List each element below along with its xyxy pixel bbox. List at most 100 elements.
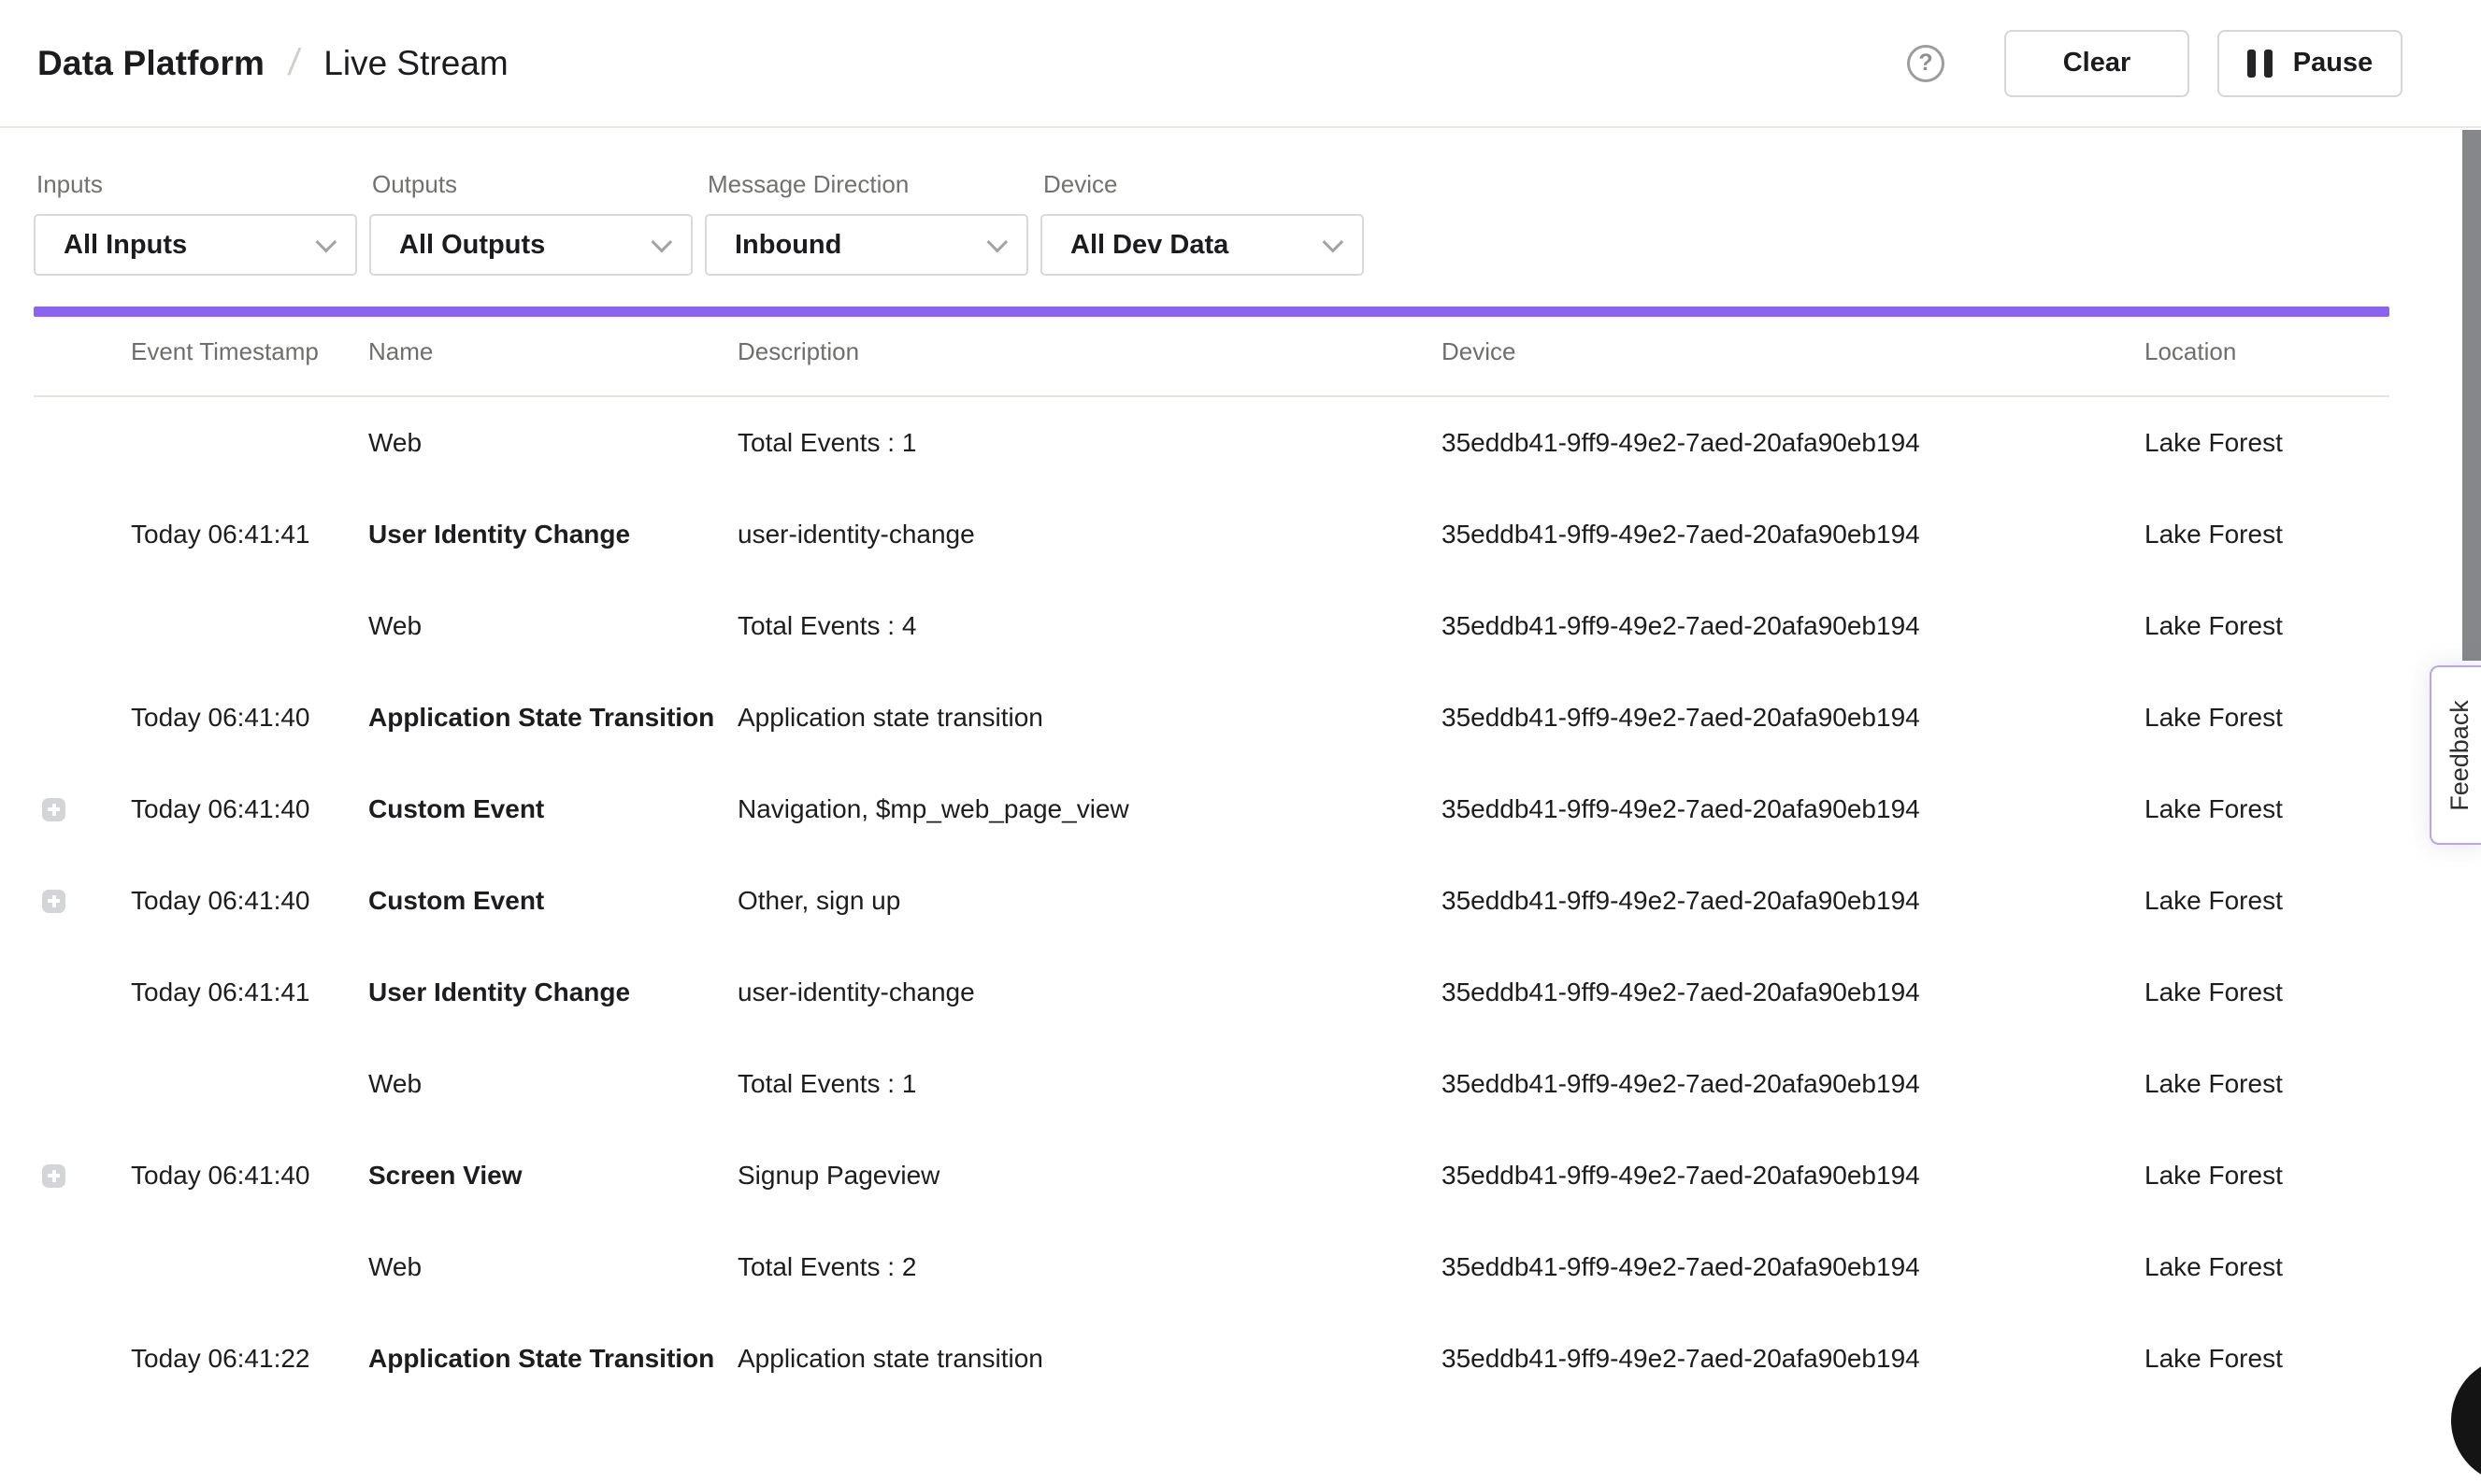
- cell-location: Lake Forest: [2144, 580, 2388, 672]
- filter-inputs-label: Inputs: [34, 170, 357, 199]
- inputs-dropdown-value: All Inputs: [64, 230, 187, 261]
- cell-description: Navigation, $mp_web_page_view: [738, 763, 1437, 855]
- pause-icon: [2247, 50, 2273, 78]
- app-header: Data Platform / Live Stream ? Clear Paus…: [0, 0, 2481, 128]
- cell-device: 35eddb41-9ff9-49e2-7aed-20afa90eb194: [1441, 1038, 2141, 1130]
- chevron-down-icon: [652, 232, 673, 253]
- cell-name: User Identity Change: [368, 947, 733, 1038]
- expand-plus-icon[interactable]: [42, 798, 65, 821]
- device-dropdown-value: All Dev Data: [1070, 230, 1228, 261]
- table-row[interactable]: Today 06:41:40 Custom Event Navigation, …: [34, 763, 2389, 855]
- message-direction-dropdown[interactable]: Inbound: [705, 214, 1028, 276]
- filter-device-label: Device: [1040, 170, 1364, 199]
- table-row[interactable]: Today 06:41:22 Application State Transit…: [34, 1313, 2389, 1405]
- column-header-device: Device: [1441, 317, 2141, 395]
- cell-location: Lake Forest: [2144, 1221, 2388, 1313]
- column-header-description: Description: [738, 317, 1437, 395]
- live-stream-progress-bar: [34, 307, 2389, 317]
- expand-plus-icon[interactable]: [42, 890, 65, 913]
- breadcrumb-separator: /: [286, 42, 302, 84]
- cell-device: 35eddb41-9ff9-49e2-7aed-20afa90eb194: [1441, 1221, 2141, 1313]
- cell-location: Lake Forest: [2144, 947, 2388, 1038]
- cell-description: user-identity-change: [738, 489, 1437, 580]
- filter-device: Device All Dev Data: [1040, 170, 1364, 276]
- clear-button[interactable]: Clear: [2004, 30, 2189, 97]
- table-row[interactable]: Today 06:41:41 User Identity Change user…: [34, 947, 2389, 1038]
- device-dropdown[interactable]: All Dev Data: [1040, 214, 1364, 276]
- cell-description: user-identity-change: [738, 947, 1437, 1038]
- cell-location: Lake Forest: [2144, 855, 2388, 947]
- chevron-down-icon: [987, 232, 1009, 253]
- cell-device: 35eddb41-9ff9-49e2-7aed-20afa90eb194: [1441, 397, 2141, 489]
- pause-button-label: Pause: [2293, 48, 2373, 78]
- cell-device: 35eddb41-9ff9-49e2-7aed-20afa90eb194: [1441, 763, 2141, 855]
- breadcrumb-section[interactable]: Data Platform: [37, 44, 265, 83]
- cell-description: Application state transition: [738, 672, 1437, 763]
- pause-button[interactable]: Pause: [2217, 30, 2402, 97]
- cell-event-timestamp: Today 06:41:40: [131, 855, 365, 947]
- cell-description: Total Events : 4: [738, 580, 1437, 672]
- help-icon[interactable]: ?: [1907, 45, 1944, 82]
- filter-outputs-label: Outputs: [369, 170, 693, 199]
- cell-event-timestamp: Today 06:41:40: [131, 672, 365, 763]
- filter-outputs: Outputs All Outputs: [369, 170, 693, 276]
- cell-event-timestamp: [131, 1038, 365, 1130]
- cell-name: Custom Event: [368, 855, 733, 947]
- table-row[interactable]: Today 06:41:40 Screen View Signup Pagevi…: [34, 1130, 2389, 1221]
- chevron-down-icon: [1323, 232, 1344, 253]
- column-header-event-timestamp: Event Timestamp: [131, 317, 365, 395]
- filter-bar: Inputs All Inputs Outputs All Outputs Me…: [0, 128, 2481, 276]
- cell-device: 35eddb41-9ff9-49e2-7aed-20afa90eb194: [1441, 672, 2141, 763]
- table-row[interactable]: Web Total Events : 4 35eddb41-9ff9-49e2-…: [34, 580, 2389, 672]
- table-row[interactable]: Today 06:41:41 User Identity Change user…: [34, 489, 2389, 580]
- column-header-name: Name: [368, 317, 733, 395]
- inputs-dropdown[interactable]: All Inputs: [34, 214, 357, 276]
- filter-message-direction: Message Direction Inbound: [705, 170, 1028, 276]
- cell-location: Lake Forest: [2144, 763, 2388, 855]
- table-body: Web Total Events : 1 35eddb41-9ff9-49e2-…: [0, 397, 2481, 1405]
- cell-name: Web: [368, 397, 733, 489]
- cell-name: Web: [368, 580, 733, 672]
- cell-description: Signup Pageview: [738, 1130, 1437, 1221]
- column-header-expand: [42, 317, 126, 395]
- page-title: Live Stream: [323, 44, 508, 83]
- cell-device: 35eddb41-9ff9-49e2-7aed-20afa90eb194: [1441, 580, 2141, 672]
- cell-name: Custom Event: [368, 763, 733, 855]
- column-header-location: Location: [2144, 317, 2388, 395]
- cell-device: 35eddb41-9ff9-49e2-7aed-20afa90eb194: [1441, 1313, 2141, 1405]
- cell-name: Web: [368, 1221, 733, 1313]
- outputs-dropdown[interactable]: All Outputs: [369, 214, 693, 276]
- vertical-scrollbar[interactable]: [2462, 130, 2481, 661]
- cell-device: 35eddb41-9ff9-49e2-7aed-20afa90eb194: [1441, 1130, 2141, 1221]
- header-actions: ? Clear Pause: [1907, 30, 2402, 97]
- feedback-tab[interactable]: Feedback: [2430, 665, 2481, 845]
- table-header-row: Event Timestamp Name Description Device …: [34, 317, 2389, 397]
- cell-location: Lake Forest: [2144, 1313, 2388, 1405]
- cell-description: Application state transition: [738, 1313, 1437, 1405]
- cell-name: Application State Transition: [368, 1313, 733, 1405]
- cell-name: User Identity Change: [368, 489, 733, 580]
- cell-name: Screen View: [368, 1130, 733, 1221]
- table-row[interactable]: Web Total Events : 1 35eddb41-9ff9-49e2-…: [34, 397, 2389, 489]
- cell-event-timestamp: Today 06:41:40: [131, 763, 365, 855]
- table-row[interactable]: Today 06:41:40 Custom Event Other, sign …: [34, 855, 2389, 947]
- expand-plus-icon[interactable]: [42, 1164, 65, 1188]
- outputs-dropdown-value: All Outputs: [399, 230, 545, 261]
- table-row[interactable]: Web Total Events : 2 35eddb41-9ff9-49e2-…: [34, 1221, 2389, 1313]
- cell-event-timestamp: [131, 1221, 365, 1313]
- table-row[interactable]: Web Total Events : 1 35eddb41-9ff9-49e2-…: [34, 1038, 2389, 1130]
- cell-description: Other, sign up: [738, 855, 1437, 947]
- cell-location: Lake Forest: [2144, 1130, 2388, 1221]
- cell-description: Total Events : 1: [738, 1038, 1437, 1130]
- cell-device: 35eddb41-9ff9-49e2-7aed-20afa90eb194: [1441, 855, 2141, 947]
- cell-event-timestamp: Today 06:41:40: [131, 1130, 365, 1221]
- message-direction-dropdown-value: Inbound: [735, 230, 841, 261]
- cell-device: 35eddb41-9ff9-49e2-7aed-20afa90eb194: [1441, 489, 2141, 580]
- table-row[interactable]: Today 06:41:40 Application State Transit…: [34, 672, 2389, 763]
- feedback-tab-label: Feedback: [2445, 700, 2474, 811]
- cell-description: Total Events : 2: [738, 1221, 1437, 1313]
- cell-event-timestamp: Today 06:41:41: [131, 489, 365, 580]
- cell-location: Lake Forest: [2144, 489, 2388, 580]
- cell-event-timestamp: Today 06:41:41: [131, 947, 365, 1038]
- cell-description: Total Events : 1: [738, 397, 1437, 489]
